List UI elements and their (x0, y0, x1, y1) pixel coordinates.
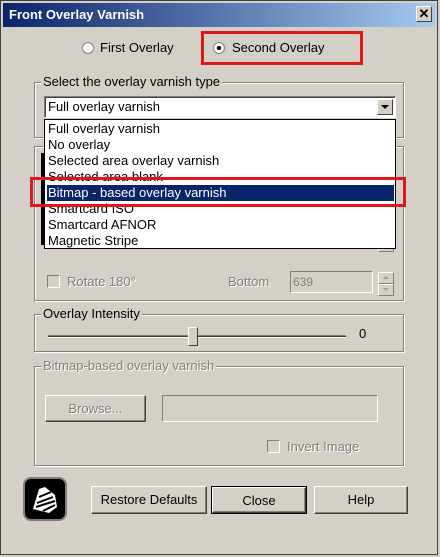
rotate-180-checkbox[interactable] (47, 275, 60, 288)
close-button[interactable]: Close (211, 486, 307, 514)
zebra-logo-icon (23, 477, 67, 521)
window-title: Front Overlay Varnish (9, 7, 145, 22)
option-full-overlay[interactable]: Full overlay varnish (47, 121, 394, 137)
bottom-value: 639 (293, 275, 314, 289)
varnish-type-dropdown-button[interactable] (377, 99, 393, 115)
option-selected-area-overlay[interactable]: Selected area overlay varnish (47, 153, 394, 169)
varnish-type-select[interactable]: Full overlay varnish (44, 96, 396, 118)
bottom-field[interactable]: 639 (290, 271, 373, 293)
close-icon: ✕ (418, 6, 430, 21)
bitmap-option-highlight-box (30, 177, 406, 207)
bottom-label: Bottom (228, 274, 270, 289)
second-overlay-label: Second Overlay (232, 40, 325, 55)
close-window-button[interactable]: ✕ (416, 6, 432, 22)
chevron-down-icon (381, 105, 389, 109)
invert-image-label: Invert Image (287, 439, 360, 454)
option-smartcard-afnor[interactable]: Smartcard AFNOR (47, 217, 394, 233)
restore-defaults-button[interactable]: Restore Defaults (91, 486, 207, 514)
option-magnetic-stripe[interactable]: Magnetic Stripe (47, 233, 394, 249)
title-bar: Front Overlay Varnish ✕ (3, 3, 435, 27)
first-overlay-radio[interactable] (82, 42, 94, 54)
varnish-type-current-value: Full overlay varnish (48, 99, 160, 114)
front-overlay-varnish-dialog: Front Overlay Varnish ✕ First Overlay Se… (0, 0, 438, 555)
invert-image-checkbox[interactable] (267, 440, 280, 453)
option-no-overlay[interactable]: No overlay (47, 137, 394, 153)
zebra-head-icon (33, 487, 57, 513)
browse-button[interactable]: Browse... (45, 395, 146, 422)
varnish-type-group-label: Select the overlay varnish type (41, 74, 223, 89)
bitmap-group-label: Bitmap-based overlay varnish (41, 358, 217, 373)
bottom-spin-down[interactable] (378, 284, 394, 296)
bottom-spin-up[interactable] (378, 272, 394, 284)
intensity-slider-thumb[interactable] (188, 327, 198, 346)
intensity-value: 0 (359, 326, 367, 341)
first-overlay-label: First Overlay (100, 40, 174, 55)
help-button[interactable]: Help (314, 486, 408, 514)
intensity-group-label: Overlay Intensity (41, 306, 142, 321)
bitmap-path-field[interactable] (162, 395, 378, 422)
second-overlay-radio[interactable] (213, 42, 225, 54)
rotate-180-label: Rotate 180° (67, 274, 136, 289)
